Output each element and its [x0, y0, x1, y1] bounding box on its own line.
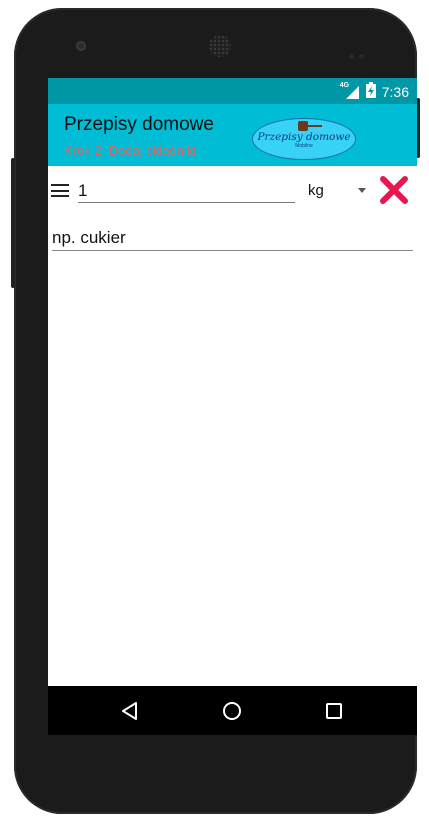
battery-icon [365, 82, 376, 101]
delete-icon[interactable] [379, 175, 409, 205]
pot-handle [308, 125, 322, 127]
home-icon[interactable] [220, 699, 244, 723]
proximity-sensor [349, 46, 373, 59]
front-camera [76, 41, 86, 51]
drag-handle-icon[interactable] [51, 184, 69, 197]
screen: 4G 7:36 Przepisy domowe Krok 2: Dodaj sk… [48, 78, 417, 735]
volume-button [11, 158, 15, 288]
ingredients-list: 1 kg np. cukier + [48, 166, 417, 735]
app-title: Przepisy domowe [64, 114, 214, 135]
ingredient-name-input[interactable]: np. cukier [52, 226, 413, 251]
status-time: 7:36 [381, 83, 409, 100]
status-bar: 4G 7:36 [48, 78, 417, 104]
earpiece-speaker [209, 35, 231, 57]
logo-text: Przepisy domowe [257, 131, 351, 143]
navigation-bar [48, 686, 417, 735]
pot-icon [298, 121, 308, 131]
recents-icon[interactable] [322, 699, 346, 723]
phone-frame: 4G 7:36 Przepisy domowe Krok 2: Dodaj sk… [11, 8, 420, 814]
logo-subtext: Mobilne [295, 143, 313, 149]
app-subtitle: Krok 2: Dodaj składniki [64, 143, 197, 158]
app-bar: Przepisy domowe Krok 2: Dodaj składniki … [48, 104, 417, 166]
signal-icon: 4G [340, 82, 360, 100]
back-icon[interactable] [118, 699, 142, 723]
unit-dropdown-value[interactable]: kg [308, 182, 324, 199]
dropdown-arrow-icon[interactable] [358, 188, 366, 193]
quantity-input[interactable]: 1 [78, 179, 295, 203]
app-logo: Przepisy domowe Mobilne [252, 118, 356, 160]
ingredient-row: 1 kg [48, 166, 417, 214]
